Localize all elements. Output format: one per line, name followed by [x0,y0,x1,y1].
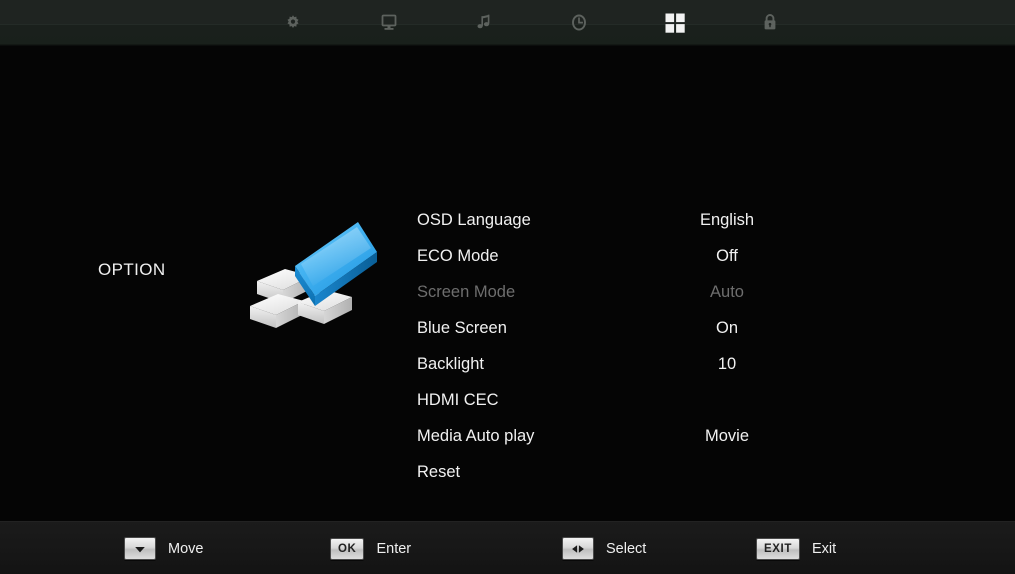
lock-tab[interactable] [742,0,798,46]
option-value[interactable]: English [617,202,837,238]
help-label: Enter [376,540,412,557]
option-value[interactable]: Movie [617,418,837,454]
option-label: Backlight [417,355,484,373]
option-label: HDMI CEC [417,391,499,409]
help-label: Move [168,540,204,557]
grid-icon [661,9,689,37]
arrow-down-icon[interactable] [124,537,156,560]
clock-icon [567,11,591,35]
option-label: Blue Screen [417,319,507,337]
option-label: ECO Mode [417,247,499,265]
option-value[interactable]: On [617,310,837,346]
3d-blocks-icon [245,214,385,339]
ok-key[interactable]: OK [330,537,365,560]
option-row-backlight[interactable]: Backlight 10 [417,346,837,382]
option-tab[interactable] [647,0,703,46]
sound-tab[interactable] [456,0,512,46]
option-row-blue-screen[interactable]: Blue Screen On [417,310,837,346]
help-item-select[interactable]: Select [562,522,646,574]
menu-category-label: OPTION [98,260,166,279]
option-label: Reset [417,463,461,481]
help-item-exit[interactable]: EXIT Exit [756,522,836,574]
time-tab[interactable] [551,0,607,46]
help-item-move[interactable]: Move [124,522,203,574]
help-item-enter[interactable]: OK Enter [330,522,411,574]
music-note-icon [472,11,496,35]
picture-settings-tab[interactable] [265,0,321,46]
option-row-hdmi-cec[interactable]: HDMI CEC [417,382,837,418]
help-label: Select [606,540,647,557]
arrow-left-right-icon[interactable] [562,537,594,560]
option-value[interactable]: Off [617,238,837,274]
exit-key[interactable]: EXIT [756,537,800,560]
menu-body: OPTION OSD Language English ECO Mode Off… [0,46,1015,521]
option-row-screen-mode: Screen Mode Auto [417,274,837,310]
option-row-osd-language[interactable]: OSD Language English [417,202,837,238]
monitor-icon [377,11,401,35]
top-menu-bar [0,0,1015,46]
tv-osd-screen: OPTION OSD Language English ECO Mode Off… [0,0,1015,574]
help-bar: Move OK Enter Select EXIT Exit [0,521,1015,574]
option-row-reset[interactable]: Reset [417,454,837,490]
option-row-media-auto-play[interactable]: Media Auto play Movie [417,418,837,454]
option-list: OSD Language English ECO Mode Off Screen… [417,202,837,490]
help-label: Exit [811,540,837,557]
option-value: Auto [710,283,744,301]
lock-icon [758,11,782,35]
option-label: Screen Mode [417,283,516,301]
option-label: OSD Language [417,211,531,229]
option-row-eco-mode[interactable]: ECO Mode Off [417,238,837,274]
option-value[interactable]: 10 [617,346,837,382]
option-label: Media Auto play [417,427,535,445]
gear-icon [281,11,305,35]
display-tab[interactable] [361,0,417,46]
